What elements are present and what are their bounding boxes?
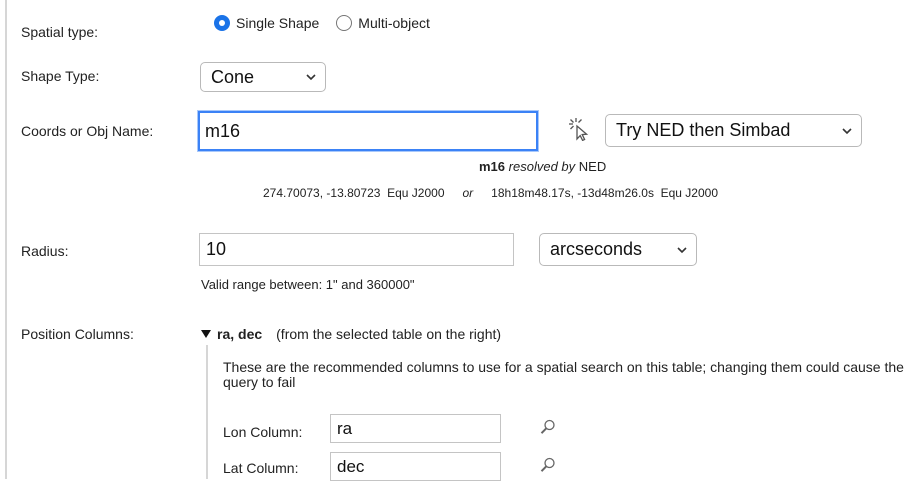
chevron-down-icon	[842, 127, 852, 134]
radio-single-shape-indicator[interactable]	[214, 15, 230, 31]
radio-single-shape-label[interactable]: Single Shape	[236, 15, 319, 31]
radius-unit-select[interactable]: arcseconds	[539, 233, 697, 266]
radio-multi-object-indicator[interactable]	[336, 15, 353, 31]
position-columns-label: Position Columns:	[21, 326, 134, 342]
cursor-pointer-icon[interactable]	[567, 117, 593, 141]
resolved-coords-line: 274.70073, -13.80723 Equ J2000 or 18h18m48…	[263, 186, 718, 200]
lon-column-label: Lon Column:	[223, 424, 303, 440]
shape-type-label: Shape Type:	[21, 68, 100, 84]
sexagesimal-coords: 18h18m48.17s, -13d48m26.0s Equ J2000	[491, 186, 718, 200]
radius-label: Radius:	[21, 243, 69, 259]
resolved-by-text: resolved by	[508, 159, 576, 174]
position-columns-note: (from the selected table on the right)	[276, 326, 502, 342]
resolved-object-name: m16	[479, 159, 506, 174]
resolve-status: m16 resolved by NED	[479, 159, 606, 174]
resolved-service: NED	[578, 159, 607, 174]
spatial-type-radio-group: Single Shape Multi-object	[214, 15, 430, 31]
chevron-down-icon	[306, 74, 316, 81]
radius-range-note: Valid range between: 1" and 360000"	[201, 277, 415, 292]
radio-multi-object[interactable]: Multi-object	[336, 15, 430, 31]
magnifier-icon[interactable]	[539, 418, 557, 436]
radius-unit-value: arcseconds	[550, 239, 643, 259]
left-rule	[5, 0, 7, 479]
radius-input[interactable]	[199, 233, 514, 266]
position-columns-recommendation: These are the recommended columns to use…	[223, 359, 904, 390]
resolver-select[interactable]: Try NED then Simbad	[605, 114, 862, 147]
shape-type-select[interactable]: Cone	[200, 62, 326, 92]
chevron-down-icon	[677, 246, 687, 253]
lat-column-input[interactable]	[330, 452, 501, 481]
triangle-down-icon[interactable]	[201, 329, 211, 339]
radio-multi-object-label[interactable]: Multi-object	[358, 15, 430, 31]
position-columns-rule	[206, 345, 208, 479]
lon-column-input[interactable]	[330, 414, 501, 443]
coords-input[interactable]	[198, 111, 538, 151]
shape-type-value: Cone	[211, 66, 255, 87]
coords-label: Coords or Obj Name:	[21, 123, 154, 139]
radio-single-shape[interactable]: Single Shape	[214, 15, 319, 31]
decimal-coords: 274.70073, -13.80723 Equ J2000	[263, 186, 445, 200]
position-columns-summary: ra, dec	[217, 326, 263, 342]
resolver-value: Try NED then Simbad	[616, 120, 791, 140]
spatial-type-label: Spatial type:	[21, 24, 99, 40]
lat-column-label: Lat Column:	[223, 460, 299, 476]
or-text: or	[462, 186, 474, 200]
magnifier-icon[interactable]	[539, 456, 557, 474]
position-columns-toggle[interactable]: ra, dec (from the selected table on the …	[201, 326, 501, 342]
